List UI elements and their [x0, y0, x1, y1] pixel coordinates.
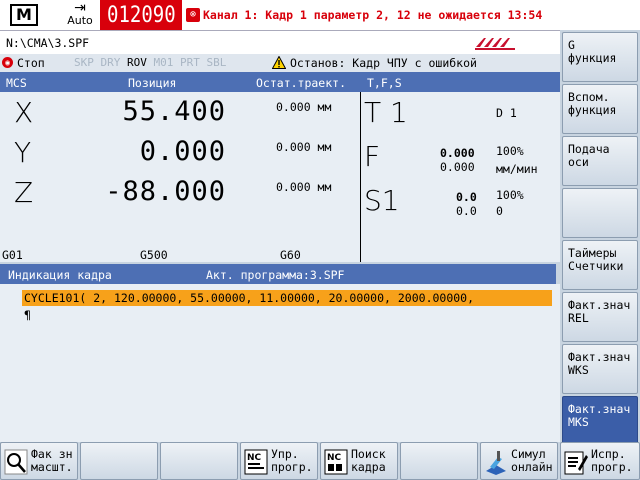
current-block: CYCLE101( 2, 120.00000, 55.00000, 11.000… [22, 290, 552, 306]
warning-icon [272, 56, 286, 69]
next-block: ¶ [24, 308, 31, 322]
nc-program-icon: NC [244, 449, 268, 475]
axis-position-y: 0.000 [139, 136, 226, 167]
channel-state: Стоп [17, 56, 45, 70]
softkey-empty[interactable] [562, 188, 638, 238]
softkey-label: Упр. прогр. [271, 447, 313, 474]
axis-dtg-z: 0.000 мм [276, 180, 332, 194]
stop-reason: Останов: Кадр ЧПУ с ошибкой [290, 56, 477, 70]
feed-override: 100% [496, 144, 524, 158]
softkey-zoom-actual[interactable]: Фак зн масшт. [0, 442, 78, 480]
softkey-empty[interactable] [400, 442, 478, 480]
spindle-set: 0.0 [456, 204, 477, 218]
alarm-message[interactable]: Канал 1: Кадр 1 параметр 2, 12 не ожидае… [203, 8, 542, 22]
block-display-panel [0, 284, 560, 442]
softkey-empty[interactable] [80, 442, 158, 480]
auto-mode-arrow-icon: ⇥ [74, 0, 86, 16]
feed-actual: 0.000 [440, 146, 475, 160]
position-column-header: Позиция [128, 76, 177, 90]
softkey-simulation-online[interactable]: Симул онлайн [480, 442, 558, 480]
softkey-actual-rel[interactable]: Факт.знач REL [562, 292, 638, 342]
block-display-title: Индикация кадра [8, 268, 112, 282]
siemens-logo-icon [475, 38, 515, 50]
operating-area-indicator: M [4, 2, 44, 28]
gcode-group-1: G01 [2, 248, 23, 262]
program-path-bar: N:\CMA\3.SPF [0, 30, 560, 54]
softkey-label: Фак зн масшт. [31, 447, 73, 474]
horizontal-softkey-bar: Фак зн масшт. NC Упр. прогр. NC Поиск ка… [0, 442, 640, 480]
program-control-flags: SKP DRY ROV M01 PRT SBL [74, 56, 227, 69]
softkey-axis-feed[interactable]: Подача оси [562, 136, 638, 186]
axis-position-z: -88.000 [105, 176, 226, 207]
channel-status-line: ◉ Стоп SKP DRY ROV M01 PRT SBL Останов: … [0, 54, 560, 72]
mode-indicator: ⇥ Auto [64, 1, 96, 29]
alarm-reset-icon[interactable]: ⊗ [186, 8, 200, 22]
alarm-number: 012090 [100, 0, 182, 33]
stop-icon: ◉ [2, 57, 13, 68]
softkey-actual-wks[interactable]: Факт.знач WKS [562, 344, 638, 394]
feed-unit: мм/мин [496, 162, 538, 176]
tool-d-number: D 1 [496, 106, 517, 120]
spindle-label: S1 [364, 184, 400, 217]
top-status-bar: M ⇥ Auto 012090 ⊗ Канал 1: Кадр 1 параме… [0, 0, 640, 33]
column-divider [360, 92, 361, 262]
softkey-aux-function[interactable]: Вспом. функция [562, 84, 638, 134]
magnifier-icon [4, 449, 28, 475]
vertical-softkey-bar: G функция Вспом. функция Подача оси Тайм… [560, 30, 640, 446]
softkey-label: Симул онлайн [511, 447, 553, 474]
softkey-empty[interactable] [160, 442, 238, 480]
active-program: Акт. программа:3.SPF [206, 268, 345, 282]
softkey-program-control[interactable]: NC Упр. прогр. [240, 442, 318, 480]
softkey-timers-counters[interactable]: Таймеры Счетчики [562, 240, 638, 290]
spindle-override: 100% [496, 188, 524, 202]
axis-name-x: X [14, 96, 34, 129]
axis-dtg-x: 0.000 мм [276, 100, 332, 114]
auto-mode-label: Auto [67, 14, 93, 27]
feed-label: F [364, 140, 381, 173]
block-display-header: Индикация кадра Акт. программа:3.SPF [0, 264, 556, 284]
axis-dtg-y: 0.000 мм [276, 140, 332, 154]
softkey-edit-program[interactable]: Испр. прогр. [560, 442, 640, 480]
spindle-actual: 0.0 [456, 190, 477, 204]
dtg-column-header: Остат.траект. [256, 76, 347, 90]
coord-system-label: MCS [6, 76, 27, 90]
axis-position-x: 55.400 [122, 96, 226, 127]
spindle-extra: 0 [496, 204, 503, 218]
softkey-label: Испр. прогр. [591, 447, 633, 474]
feed-set: 0.000 [440, 160, 475, 174]
machine-area-letter: M [10, 4, 38, 26]
tool-label: T 1 [364, 96, 408, 129]
axis-name-z: Z [14, 176, 34, 209]
gcode-group-2: G500 [140, 248, 168, 262]
tfs-column-header: T,F,S [367, 76, 402, 90]
nc-search-icon: NC [324, 449, 348, 475]
svg-text:NC: NC [247, 453, 262, 463]
gcode-group-3: G60 [280, 248, 301, 262]
positions-header: MCS Позиция Остат.траект. T,F,S [0, 72, 560, 92]
edit-program-icon [564, 451, 588, 475]
softkey-label: Поиск кадра [351, 447, 386, 474]
simulation-icon [486, 451, 506, 475]
softkey-g-function[interactable]: G функция [562, 32, 638, 82]
softkey-block-search[interactable]: NC Поиск кадра [320, 442, 398, 480]
axis-name-y: Y [14, 136, 32, 169]
svg-text:NC: NC [327, 453, 342, 463]
program-path: N:\CMA\3.SPF [6, 36, 90, 50]
softkey-actual-mks[interactable]: Факт.знач MKS [562, 396, 638, 446]
